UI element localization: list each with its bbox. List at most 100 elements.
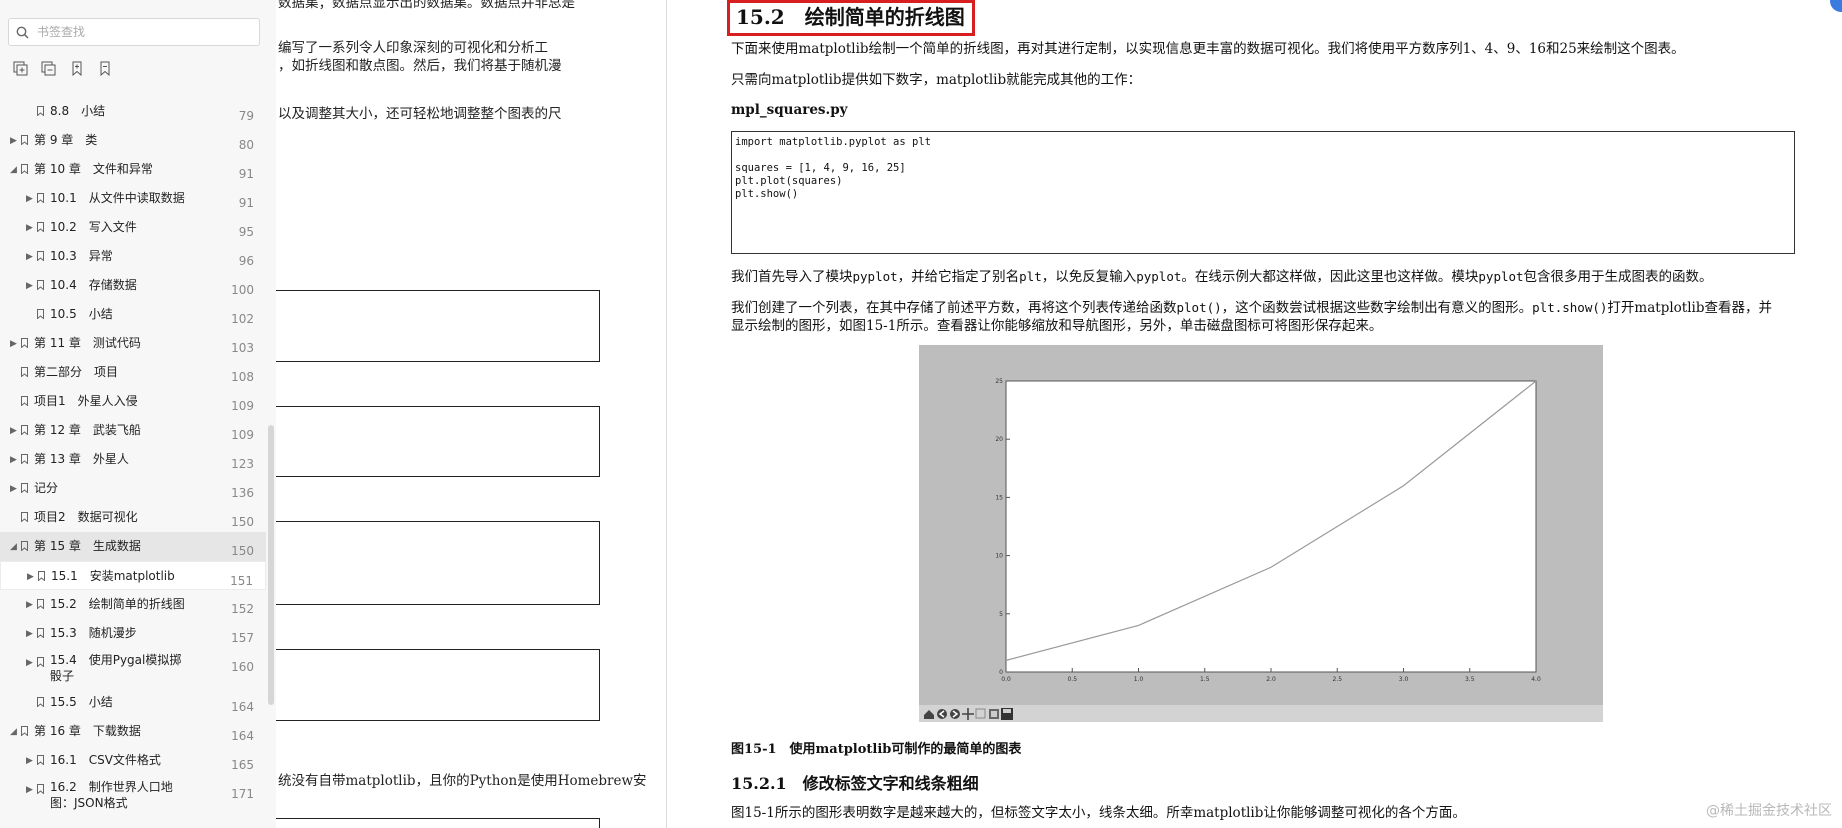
toc-item[interactable]: ◢ 第 15 章 生成数据 150 <box>0 532 266 561</box>
expand-arrow-icon[interactable]: ▶ <box>26 756 33 766</box>
watermark-text: @稀土掘金技术社区 <box>1706 803 1832 819</box>
toc-item-page: 164 <box>231 729 254 743</box>
toc-item-page: 157 <box>231 631 254 645</box>
bookmark-icon <box>37 697 44 707</box>
bookmark-search-box[interactable] <box>8 18 260 46</box>
y-tick-label: 15 <box>995 494 1003 501</box>
bookmark-icon <box>21 367 28 377</box>
toc-item[interactable]: ▶ 记分 136 <box>0 474 266 503</box>
expand-arrow-icon[interactable]: ▶ <box>27 572 34 582</box>
expand-arrow-icon[interactable]: ▶ <box>26 600 33 610</box>
bookmark-icon <box>37 222 44 232</box>
expand-arrow-icon[interactable]: ▶ <box>26 629 33 639</box>
toc-item-label: 第 11 章 测试代码 <box>34 336 141 350</box>
toc-item[interactable]: ▶ 第 13 章 外星人 123 <box>0 445 266 474</box>
toc-item[interactable]: ▶ 第 11 章 测试代码 103 <box>0 329 266 358</box>
bookmark-toolbar <box>12 60 113 77</box>
toc-item[interactable]: 10.5 小结 102 <box>0 300 266 329</box>
forward-icon[interactable] <box>950 709 960 719</box>
toc-item[interactable]: ▶ 10.1 从文件中读取数据 91 <box>0 184 266 213</box>
toc-item[interactable]: ▶ 15.1 安装matplotlib 151 <box>0 561 266 590</box>
collapse-arrow-icon[interactable]: ◢ <box>10 727 17 737</box>
bookmark-tree: 8.8 小结 79 ▶ 第 9 章 类 80 ◢ 第 10 章 文件和异常 91 ▶ 10.1 从… <box>0 97 266 815</box>
x-tick-label: 1.5 <box>1200 676 1210 683</box>
paragraph-import-explanation: 我们首先导入了模块pyplot，并给它指定了别名plt，以免反复输入pyplot… <box>731 269 1713 285</box>
toc-item-label: 15.2 绘制简单的折线图 <box>50 597 185 611</box>
expand-arrow-icon[interactable]: ▶ <box>26 658 33 668</box>
bookmark-icon <box>21 396 28 406</box>
bookmark-icon <box>21 483 28 493</box>
toc-item-page: 151 <box>230 574 253 588</box>
toc-item[interactable]: ▶ 15.2 绘制简单的折线图 152 <box>0 590 266 619</box>
toc-item[interactable]: ▶ 16.2 制作世界人口地图：JSON格式 171 <box>0 775 266 815</box>
toc-item[interactable]: 项目1 外星人入侵 109 <box>0 387 266 416</box>
toc-item[interactable]: ▶ 第 12 章 武装飞船 109 <box>0 416 266 445</box>
toc-item[interactable]: ▶ 16.1 CSV文件格式 165 <box>0 746 266 775</box>
collapse-all-icon[interactable] <box>40 60 57 77</box>
toc-item[interactable]: ▶ 15.4 使用Pygal模拟掷骰子 160 <box>0 648 266 688</box>
expand-arrow-icon[interactable]: ▶ <box>10 484 17 494</box>
section-title-highlighted: 15.2 绘制简单的折线图 <box>727 0 975 36</box>
toc-item[interactable]: ▶ 第 9 章 类 80 <box>0 126 266 155</box>
toc-item-label: 第 16 章 下载数据 <box>34 724 141 738</box>
sidebar-scrollbar-thumb[interactable] <box>268 425 274 705</box>
collapse-arrow-icon[interactable]: ◢ <box>10 542 17 552</box>
expand-all-icon[interactable] <box>12 60 29 77</box>
left-page-text-line: 数据集；数据点显示出的数据集。数据点并非总是 <box>278 0 575 11</box>
toc-item-label: 15.4 使用Pygal模拟掷骰子 <box>50 653 182 683</box>
remove-bookmark-icon[interactable] <box>96 60 113 77</box>
y-tick-label: 5 <box>999 611 1003 618</box>
expand-arrow-icon[interactable]: ▶ <box>10 426 17 436</box>
toc-item[interactable]: 项目2 数据可视化 150 <box>0 503 266 532</box>
x-tick-label: 3.5 <box>1465 676 1475 683</box>
back-icon[interactable] <box>937 709 947 719</box>
expand-arrow-icon[interactable]: ▶ <box>26 194 33 204</box>
toc-item[interactable]: ▶ 10.4 存储数据 100 <box>0 271 266 300</box>
x-tick-label: 2.5 <box>1332 676 1342 683</box>
expand-arrow-icon[interactable]: ▶ <box>26 281 33 291</box>
expand-arrow-icon[interactable]: ▶ <box>10 136 17 146</box>
toc-item-label: 10.4 存储数据 <box>50 278 137 292</box>
toc-item[interactable]: ▶ 10.2 写入文件 95 <box>0 213 266 242</box>
expand-arrow-icon[interactable]: ▶ <box>26 223 33 233</box>
left-page-code-box <box>276 290 600 362</box>
x-tick-label: 1.0 <box>1134 676 1144 683</box>
bookmark-icon <box>21 164 28 174</box>
left-page-text-line: ，如折线图和散点图。然后，我们将基于随机漫 <box>278 58 562 74</box>
toc-item-page: 100 <box>231 283 254 297</box>
toc-item[interactable]: 第二部分 项目 108 <box>0 358 266 387</box>
toc-item[interactable]: ▶ 10.3 异常 96 <box>0 242 266 271</box>
toc-item-label: 第 10 章 文件和异常 <box>34 162 153 176</box>
x-tick-label: 4.0 <box>1531 676 1541 683</box>
x-tick-label: 3.0 <box>1399 676 1409 683</box>
left-page-code-box <box>276 649 600 721</box>
add-bookmark-icon[interactable] <box>68 60 85 77</box>
bookmark-icon <box>37 309 44 319</box>
expand-arrow-icon[interactable]: ▶ <box>26 785 33 795</box>
toc-item[interactable]: ◢ 第 10 章 文件和异常 91 <box>0 155 266 184</box>
bookmark-search-input[interactable] <box>35 24 249 40</box>
x-tick-label: 0.0 <box>1001 676 1011 683</box>
figure-15-1-window: 0.0 0.5 1.0 1.5 2.0 2.5 3.0 3.5 4.0 0 5 10 15 20 25 <box>919 345 1603 722</box>
toc-item-label: 10.3 异常 <box>50 249 113 263</box>
subplots-icon[interactable] <box>989 709 999 719</box>
expand-arrow-icon[interactable]: ▶ <box>10 455 17 465</box>
toc-item-label: 第 9 章 类 <box>34 133 98 147</box>
save-icon[interactable] <box>1001 708 1013 720</box>
toc-item-page: 103 <box>231 341 254 355</box>
toc-item[interactable]: ◢ 第 16 章 下载数据 164 <box>0 717 266 746</box>
toc-item-page: 109 <box>231 428 254 442</box>
collapse-arrow-icon[interactable]: ◢ <box>10 165 17 175</box>
toc-item[interactable]: 8.8 小结 79 <box>0 97 266 126</box>
bookmark-icon <box>37 784 44 794</box>
toc-item[interactable]: ▶ 15.3 随机漫步 157 <box>0 619 266 648</box>
toc-item-page: 102 <box>231 312 254 326</box>
paragraph-intro: 下面来使用matplotlib绘制一个简单的折线图，再对其进行定制，以实现信息更… <box>731 41 1685 57</box>
y-tick-label: 10 <box>995 553 1003 560</box>
expand-arrow-icon[interactable]: ▶ <box>26 252 33 262</box>
toc-item[interactable]: 15.5 小结 164 <box>0 688 266 717</box>
bookmark-icon <box>21 454 28 464</box>
bookmark-icon <box>21 726 28 736</box>
expand-arrow-icon[interactable]: ▶ <box>10 339 17 349</box>
